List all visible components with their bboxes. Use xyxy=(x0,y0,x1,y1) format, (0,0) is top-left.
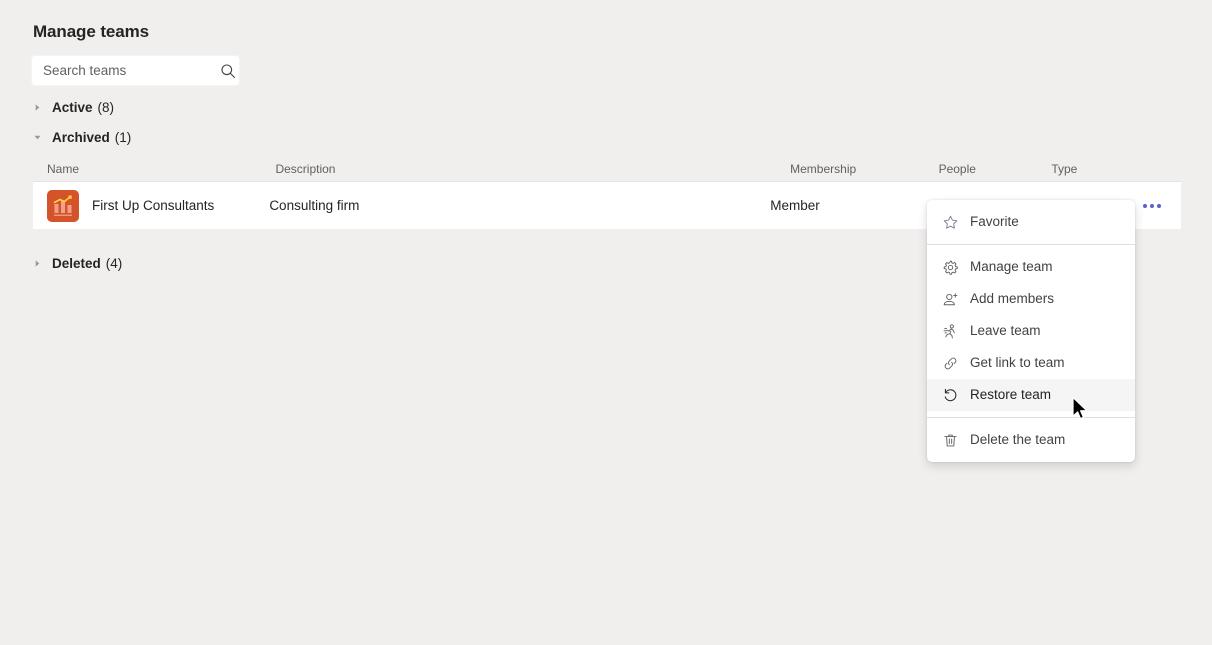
group-label-archived: Archived xyxy=(52,129,110,145)
context-menu-group-1: Favorite xyxy=(927,206,1135,238)
menu-item-manage-team[interactable]: Manage team xyxy=(927,251,1135,283)
star-icon xyxy=(940,212,960,232)
chevron-right-icon[interactable] xyxy=(30,100,44,114)
trash-icon xyxy=(940,430,960,450)
menu-item-label: Delete the team xyxy=(970,432,1066,448)
bar-chart-icon xyxy=(47,189,79,222)
menu-item-leave-team[interactable]: Leave team xyxy=(927,315,1135,347)
cell-actions xyxy=(1137,191,1181,221)
gear-icon xyxy=(940,257,960,277)
menu-item-label: Get link to team xyxy=(970,355,1065,371)
menu-item-restore-team[interactable]: Restore team xyxy=(927,379,1135,411)
menu-item-get-link-to-team[interactable]: Get link to team xyxy=(927,347,1135,379)
more-options-button[interactable] xyxy=(1137,191,1167,221)
column-header-people[interactable]: People xyxy=(939,162,1052,176)
table-header-row: Name Description Membership People Type xyxy=(33,156,1181,182)
group-header-active[interactable]: Active (8) xyxy=(30,98,114,116)
page-title: Manage teams xyxy=(33,22,149,41)
group-label-deleted: Deleted xyxy=(52,255,101,271)
group-count-archived: (1) xyxy=(114,129,132,145)
chevron-right-icon[interactable] xyxy=(30,256,44,270)
column-header-description[interactable]: Description xyxy=(275,162,790,176)
restore-icon xyxy=(940,385,960,405)
column-header-type[interactable]: Type xyxy=(1051,162,1167,176)
link-icon xyxy=(940,353,960,373)
group-label-active: Active xyxy=(52,99,93,115)
menu-item-label: Add members xyxy=(970,291,1055,307)
column-header-membership[interactable]: Membership xyxy=(790,162,938,176)
group-count-deleted: (4) xyxy=(105,255,123,271)
cell-name: First Up Consultants xyxy=(33,189,269,222)
person-add-icon xyxy=(940,289,960,309)
search-teams-box[interactable] xyxy=(31,55,240,86)
cell-membership: Member xyxy=(770,198,820,213)
cell-description: Consulting firm xyxy=(269,198,360,213)
manage-teams-page: Manage teams Active (8) Archived (1) Nam… xyxy=(0,0,1212,645)
team-context-menu: Favorite Manage team Add members Leave t… xyxy=(927,200,1135,462)
context-menu-group-2: Manage team Add members Leave team Get l… xyxy=(927,251,1135,411)
search-icon xyxy=(220,63,236,79)
menu-item-add-members[interactable]: Add members xyxy=(927,283,1135,315)
context-menu-divider-1 xyxy=(927,244,1135,245)
search-input[interactable] xyxy=(43,56,220,85)
context-menu-group-3: Delete the team xyxy=(927,424,1135,456)
group-count-active: (8) xyxy=(97,99,115,115)
team-name-label: First Up Consultants xyxy=(92,198,215,213)
group-header-deleted[interactable]: Deleted (4) xyxy=(30,254,122,272)
menu-item-label: Leave team xyxy=(970,323,1041,339)
menu-item-label: Favorite xyxy=(970,214,1019,230)
chevron-down-icon[interactable] xyxy=(30,130,44,144)
running-person-icon xyxy=(940,321,960,341)
menu-item-label: Manage team xyxy=(970,259,1053,275)
menu-item-delete-the-team[interactable]: Delete the team xyxy=(927,424,1135,456)
context-menu-divider-2 xyxy=(927,417,1135,418)
group-header-archived[interactable]: Archived (1) xyxy=(30,128,131,146)
more-dots-icon xyxy=(1142,203,1161,208)
menu-item-favorite[interactable]: Favorite xyxy=(927,206,1135,238)
menu-item-label: Restore team xyxy=(970,387,1052,403)
column-header-name[interactable]: Name xyxy=(33,162,275,176)
